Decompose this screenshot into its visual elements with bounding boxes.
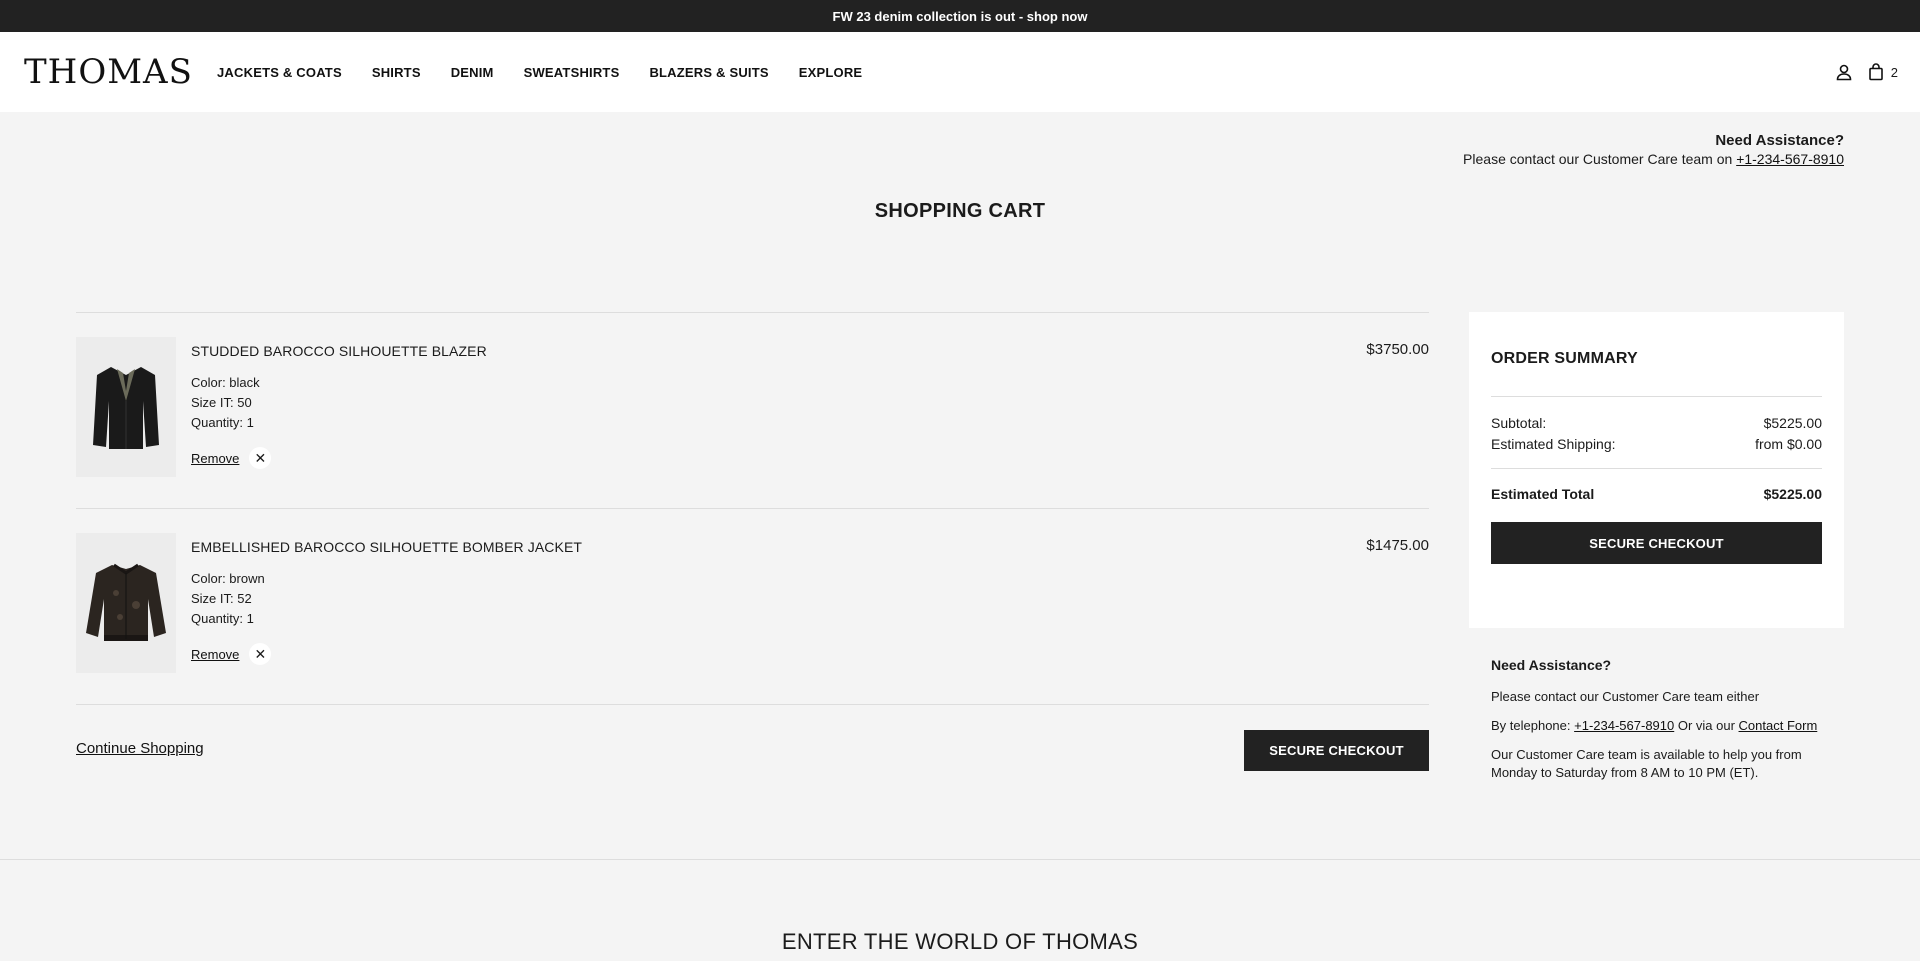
assistance-intro: Please contact our Customer Care team ei…: [1491, 689, 1760, 704]
continue-shopping-link[interactable]: Continue Shopping: [76, 740, 204, 757]
item-details: EMBELLISHED BAROCCO SILHOUETTE BOMBER JA…: [191, 539, 582, 665]
close-icon[interactable]: ✕: [249, 447, 272, 469]
nav-denim[interactable]: DENIM: [451, 65, 494, 80]
order-summary-title: ORDER SUMMARY: [1491, 350, 1638, 367]
subtotal-row: Subtotal: $5225.00: [1491, 413, 1822, 434]
assistance-banner: Need Assistance? Please contact our Cust…: [1463, 132, 1844, 167]
main-nav: JACKETS & COATS SHIRTS DENIM SWEATSHIRTS…: [217, 32, 862, 112]
assistance-panel: Need Assistance? Please contact our Cust…: [1491, 656, 1831, 793]
remove-link[interactable]: Remove: [191, 647, 239, 662]
item-name[interactable]: EMBELLISHED BAROCCO SILHOUETTE BOMBER JA…: [191, 539, 582, 555]
summary-rows: Subtotal: $5225.00 Estimated Shipping: f…: [1491, 397, 1822, 468]
assistance-title: Need Assistance?: [1715, 132, 1844, 149]
promo-text[interactable]: FW 23 denim collection is out - shop now: [833, 9, 1088, 24]
assistance-panel-title: Need Assistance?: [1491, 657, 1612, 673]
remove-row: Remove ✕: [191, 447, 487, 469]
footer-title: ENTER THE WORLD OF THOMAS: [781, 929, 1139, 954]
subtotal-label: Subtotal:: [1491, 415, 1547, 431]
item-details: STUDDED BAROCCO SILHOUETTE BLAZER Color:…: [191, 343, 487, 469]
close-icon[interactable]: ✕: [249, 643, 272, 665]
order-summary: ORDER SUMMARY Subtotal: $5225.00 Estimat…: [1469, 312, 1844, 628]
footer-divider: [0, 859, 1920, 860]
product-image[interactable]: [76, 533, 176, 673]
nav-blazers-suits[interactable]: BLAZERS & SUITS: [649, 65, 768, 80]
logo[interactable]: THOMAS: [24, 52, 193, 92]
header-icons: 2: [1835, 32, 1898, 112]
assistance-text: Please contact our Customer Care team on…: [1463, 151, 1844, 167]
account-icon[interactable]: [1835, 63, 1853, 81]
nav-jackets-coats[interactable]: JACKETS & COATS: [217, 65, 342, 80]
item-price: $1475.00: [1366, 537, 1429, 554]
item-price: $3750.00: [1366, 341, 1429, 358]
shipping-value: from $0.00: [1755, 436, 1822, 452]
cart-item: STUDDED BAROCCO SILHOUETTE BLAZER Color:…: [76, 313, 1429, 509]
nav-explore[interactable]: EXPLORE: [799, 65, 863, 80]
item-quantity: Quantity: 1: [191, 611, 254, 626]
assistance-phone-link[interactable]: +1-234-567-8910: [1736, 151, 1844, 167]
subtotal-value: $5225.00: [1763, 415, 1822, 431]
cart-items: STUDDED BAROCCO SILHOUETTE BLAZER Color:…: [76, 312, 1429, 705]
phone-link[interactable]: +1-234-567-8910: [1574, 718, 1674, 733]
item-size: Size IT: 52: [191, 591, 252, 606]
item-name[interactable]: STUDDED BAROCCO SILHOUETTE BLAZER: [191, 343, 487, 359]
total-value: $5225.00: [1763, 486, 1822, 502]
contact-form-link[interactable]: Contact Form: [1739, 718, 1818, 733]
nav-sweatshirts[interactable]: SWEATSHIRTS: [524, 65, 620, 80]
summary-checkout-button[interactable]: SECURE CHECKOUT: [1491, 522, 1822, 564]
item-color: Color: black: [191, 375, 260, 390]
bag-icon: [1868, 63, 1883, 81]
item-size: Size IT: 50: [191, 395, 252, 410]
site-header: THOMAS JACKETS & COATS SHIRTS DENIM SWEA…: [0, 32, 1920, 112]
promo-banner[interactable]: FW 23 denim collection is out - shop now: [0, 0, 1920, 32]
remove-row: Remove ✕: [191, 643, 582, 665]
page-title: SHOPPING CART: [874, 200, 1046, 222]
nav-shirts[interactable]: SHIRTS: [372, 65, 421, 80]
item-quantity: Quantity: 1: [191, 415, 254, 430]
cart-button[interactable]: 2: [1867, 63, 1898, 81]
item-color: Color: brown: [191, 571, 265, 586]
secure-checkout-button[interactable]: SECURE CHECKOUT: [1244, 730, 1429, 771]
product-image[interactable]: [76, 337, 176, 477]
total-label: Estimated Total: [1491, 486, 1595, 502]
assistance-contact: By telephone: +1-234-567-8910 Or via our…: [1491, 718, 1818, 733]
cart-item: EMBELLISHED BAROCCO SILHOUETTE BOMBER JA…: [76, 509, 1429, 705]
cart-count: 2: [1890, 64, 1898, 80]
remove-link[interactable]: Remove: [191, 451, 239, 466]
shipping-row: Estimated Shipping: from $0.00: [1491, 434, 1822, 455]
total-row: Estimated Total $5225.00: [1491, 469, 1822, 522]
assistance-hours: Our Customer Care team is available to h…: [1491, 747, 1802, 780]
shipping-label: Estimated Shipping:: [1491, 436, 1616, 452]
